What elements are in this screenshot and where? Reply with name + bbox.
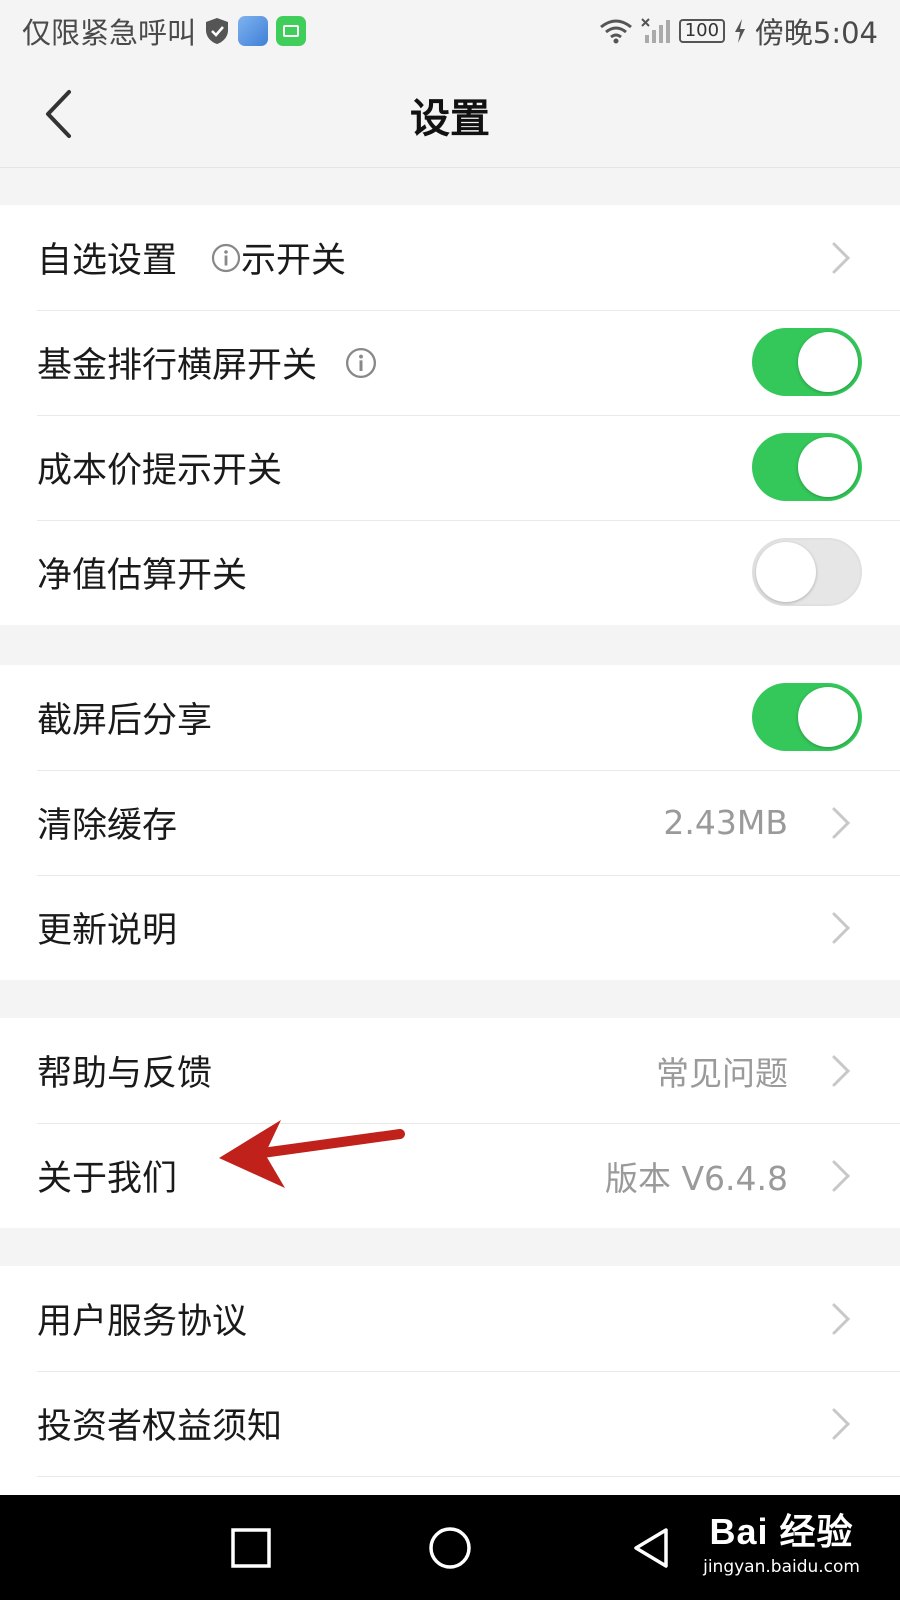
faq-value: 常见问题 bbox=[656, 1053, 788, 1093]
baidu-jingyan-watermark: Bai 经验 jingyan.baidu.com bbox=[703, 1503, 860, 1577]
help-feedback-label: 帮助与反馈 bbox=[37, 1054, 213, 1094]
row-investor-rights[interactable]: 投资者权益须知 bbox=[0, 1371, 900, 1476]
page-title: 设置 bbox=[410, 96, 490, 142]
chevron-left-icon bbox=[46, 90, 71, 138]
row-help-feedback[interactable]: 帮助与反馈 常见问题 bbox=[0, 1018, 900, 1123]
chevron-right-icon bbox=[832, 1055, 851, 1087]
row-share-after-screenshot: 截屏后分享 bbox=[0, 665, 900, 770]
settings-section-legal: 用户服务协议 投资者权益须知 bbox=[0, 1266, 900, 1520]
nav-estimate-label: 净值估算开关 bbox=[37, 556, 248, 596]
row-cost-price-hint: 成本价提示开关 bbox=[0, 415, 900, 520]
cost-price-label: 成本价提示开关 bbox=[37, 451, 283, 491]
info-icon[interactable] bbox=[211, 243, 241, 273]
settings-section-general: 截屏后分享 清除缓存 2.43MB 更新说明 bbox=[0, 665, 900, 980]
no-signal-icon bbox=[641, 18, 670, 43]
row-label: 基金排行横屏开关 bbox=[37, 337, 377, 388]
settings-section-support: 帮助与反馈 常见问题 关于我们 版本 V6.4.8 bbox=[0, 1018, 900, 1228]
row-nav-estimate: 净值估算开关 bbox=[0, 520, 900, 625]
row-fund-ranking-landscape: 基金排行横屏开关 bbox=[0, 310, 900, 415]
status-left: 仅限紧急呼叫 bbox=[22, 10, 307, 52]
row-about-us[interactable]: 关于我们 版本 V6.4.8 bbox=[0, 1123, 900, 1228]
chevron-right-icon bbox=[832, 1160, 851, 1192]
fund-ranking-label: 基金排行横屏开关 bbox=[37, 346, 318, 386]
watermark-logo: Bai 经验 bbox=[709, 1511, 854, 1552]
row-user-agreement[interactable]: 用户服务协议 bbox=[0, 1266, 900, 1371]
carrier-text: 仅限紧急呼叫 bbox=[22, 16, 197, 50]
top-app-bar: 设置 bbox=[0, 62, 900, 168]
share-after-screenshot-toggle[interactable] bbox=[752, 683, 862, 751]
investor-rights-label: 投资者权益须知 bbox=[37, 1407, 283, 1447]
annotation-arrow-icon bbox=[219, 1120, 405, 1188]
fund-ranking-toggle[interactable] bbox=[752, 328, 862, 396]
about-us-label: 关于我们 bbox=[37, 1159, 178, 1199]
watchlist-settings-suffix: 示开关 bbox=[241, 241, 347, 281]
toggle-knob bbox=[798, 332, 858, 392]
map-app-icon bbox=[238, 16, 269, 46]
row-watchlist-settings[interactable]: 自选设置 示开关 bbox=[0, 205, 900, 310]
chevron-right-icon bbox=[832, 1408, 851, 1440]
clock-text: 傍晚5:04 bbox=[754, 16, 878, 50]
book-app-icon bbox=[276, 16, 307, 46]
recents-square-icon[interactable] bbox=[228, 1525, 274, 1571]
toggle-knob bbox=[798, 437, 858, 497]
share-after-screenshot-label: 截屏后分享 bbox=[37, 701, 213, 741]
chevron-right-icon bbox=[832, 1303, 851, 1335]
watermark-url: jingyan.baidu.com bbox=[703, 1557, 860, 1577]
status-bar: 仅限紧急呼叫 100 傍晚5:04 bbox=[0, 0, 900, 62]
cost-price-toggle[interactable] bbox=[752, 433, 862, 501]
info-icon[interactable] bbox=[345, 347, 377, 379]
toggle-knob bbox=[756, 542, 816, 602]
cache-size-value: 2.43MB bbox=[663, 803, 788, 842]
back-button[interactable] bbox=[28, 84, 88, 144]
shield-icon bbox=[206, 18, 229, 44]
row-label: 自选设置 示开关 bbox=[37, 232, 346, 283]
charging-bolt-icon bbox=[734, 19, 745, 43]
back-triangle-icon[interactable] bbox=[628, 1525, 674, 1571]
toggle-knob bbox=[798, 687, 858, 747]
wifi-icon bbox=[599, 19, 632, 44]
clear-cache-label: 清除缓存 bbox=[37, 806, 178, 846]
watchlist-settings-label: 自选设置 bbox=[37, 241, 178, 281]
update-notes-label: 更新说明 bbox=[37, 911, 178, 951]
chevron-right-icon bbox=[832, 912, 851, 944]
home-circle-icon[interactable] bbox=[427, 1525, 473, 1571]
row-clear-cache[interactable]: 清除缓存 2.43MB bbox=[0, 770, 900, 875]
nav-estimate-toggle[interactable] bbox=[752, 538, 862, 606]
version-value: 版本 V6.4.8 bbox=[604, 1158, 788, 1198]
settings-section-display: 自选设置 示开关 基金排行横屏开关 成本价提示开关 净值估算开关 bbox=[0, 205, 900, 625]
battery-icon: 100 bbox=[678, 19, 725, 43]
status-right: 100 傍晚5:04 bbox=[599, 10, 878, 52]
system-nav-bar: Bai 经验 jingyan.baidu.com bbox=[0, 1495, 900, 1600]
chevron-right-icon bbox=[832, 807, 851, 839]
row-update-notes[interactable]: 更新说明 bbox=[0, 875, 900, 980]
chevron-right-icon bbox=[832, 242, 851, 274]
user-agreement-label: 用户服务协议 bbox=[37, 1302, 248, 1342]
